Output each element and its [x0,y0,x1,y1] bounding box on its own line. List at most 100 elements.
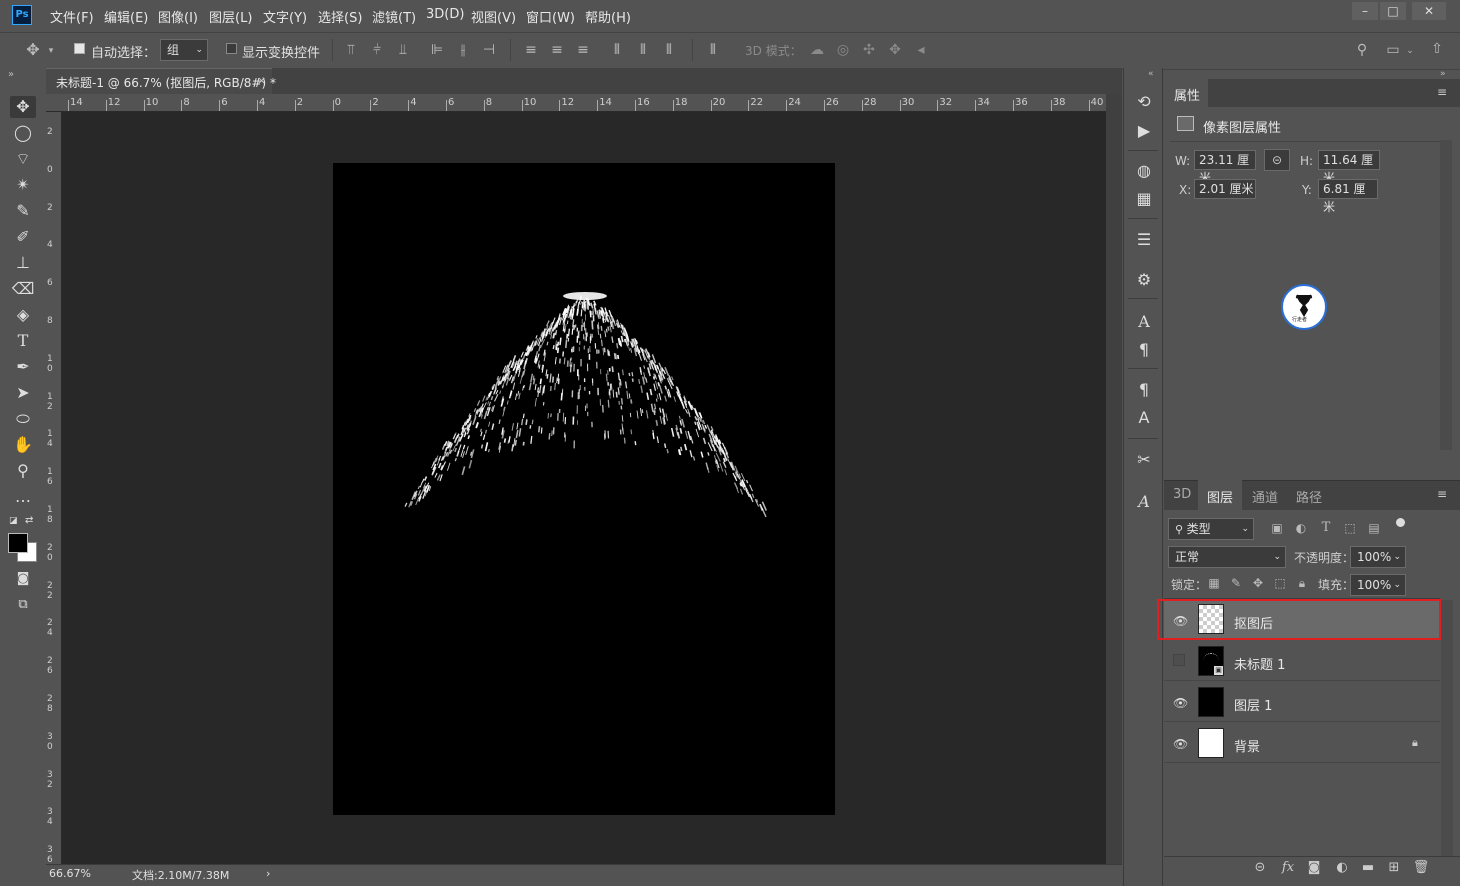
workspace-chevron-icon[interactable]: ⌄ [1404,42,1416,60]
collapse-right-icon[interactable]: » [1440,69,1446,79]
pen-tool-icon[interactable]: ✒ [10,356,36,378]
distribute-left-icon[interactable]: ⦀ [608,41,626,59]
document-canvas[interactable] [333,163,835,815]
lock-position-icon[interactable]: ✥ [1249,574,1267,592]
close-window-button[interactable]: ✕ [1412,2,1446,20]
menu-file[interactable]: 文件(F) [50,7,94,26]
more-tools-icon[interactable]: … [10,486,36,508]
new-layer-icon[interactable]: ⊞ [1385,860,1403,875]
align-bottom-icon[interactable]: ⫫ [394,41,412,59]
magic-wand-tool-icon[interactable]: ✴ [10,174,36,196]
ellipse-marquee-tool-icon[interactable]: ◯ [10,122,36,144]
tool-preset-chevron-icon[interactable]: ▾ [46,42,56,60]
menu-window[interactable]: 窗口(W) [526,7,575,26]
new-group-icon[interactable]: ▬ [1359,860,1377,875]
lasso-tool-icon[interactable]: ⌔ [10,148,36,170]
lock-image-icon[interactable]: ✎ [1227,574,1245,592]
paragraph-styles-icon[interactable]: ¶ [1133,379,1155,401]
layer-name[interactable]: 未标题 1 [1234,654,1285,673]
eyedropper-tool-icon[interactable]: ✎ [10,200,36,222]
path-selection-tool-icon[interactable]: ➤ [10,382,36,404]
menu-3d[interactable]: 3D(D) [426,7,464,22]
type-tool-icon[interactable]: T [10,330,36,352]
x-field[interactable]: 2.01 厘米 [1194,179,1256,199]
layer-name[interactable]: 图层 1 [1234,695,1272,714]
status-menu-arrow-icon[interactable]: › [266,867,270,880]
move-tool-icon[interactable]: ✥ [24,41,42,59]
quick-mask-icon[interactable]: ◙ [10,568,36,590]
collapse-left-icon[interactable]: « [1148,69,1154,79]
menu-edit[interactable]: 编辑(E) [104,7,148,26]
zoom-tool-icon[interactable]: ⚲ [10,460,36,482]
lock-all-icon[interactable]: 🔒︎ [1293,574,1311,592]
ellipse-tool-icon[interactable]: ⬭ [10,408,36,430]
delete-layer-icon[interactable]: 🗑︎ [1412,860,1430,875]
color-palette-icon[interactable]: ◍ [1133,160,1155,182]
foreground-color-swatch[interactable] [8,533,28,553]
distribute-bottom-icon[interactable]: ≡ [574,41,592,59]
tab-layers[interactable]: 图层 [1207,487,1233,506]
glyphs-icon[interactable]: A [1133,491,1155,513]
layers-scrollbar[interactable] [1441,600,1453,856]
adjustments-icon[interactable]: ☰ [1133,229,1155,251]
paint-bucket-tool-icon[interactable]: ◈ [10,304,36,326]
align-hcenter-icon[interactable]: ⫲ [454,41,472,59]
menu-layer[interactable]: 图层(L) [209,7,252,26]
align-right-icon[interactable]: ⊣ [480,41,498,59]
menu-filter[interactable]: 滤镜(T) [372,7,416,26]
distribute-hcenter-icon[interactable]: ⦀ [634,41,652,59]
tab-3d[interactable]: 3D [1173,487,1191,502]
filter-smart-object-icon[interactable]: ▤ [1365,519,1383,537]
filter-adjustment-icon[interactable]: ◐ [1292,519,1310,537]
blend-mode-dropdown[interactable]: 正常 ⌄ [1168,546,1286,568]
align-vcenter-icon[interactable]: ⫩ [368,41,386,59]
close-tab-icon[interactable]: × [257,74,266,87]
paragraph-icon[interactable]: ¶ [1133,339,1155,361]
character-styles-icon[interactable]: A [1133,407,1155,429]
distribute-right-icon[interactable]: ⦀ [660,41,678,59]
auto-select-checkbox[interactable] [74,43,85,54]
menu-view[interactable]: 视图(V) [471,7,516,26]
vertical-scrollbar[interactable] [1106,94,1122,864]
move-tool-icon[interactable]: ✥ [10,96,36,118]
tools-cross-icon[interactable]: ✂ [1133,449,1155,471]
align-left-icon[interactable]: ⊫ [428,41,446,59]
filter-shape-icon[interactable]: ⬚ [1341,519,1359,537]
tool-presets-icon[interactable]: ⚙ [1133,269,1155,291]
swatches-grid-icon[interactable]: ▦ [1133,188,1155,210]
layer-name[interactable]: 背景 [1234,736,1260,755]
share-icon[interactable]: ⇧ [1428,40,1446,58]
auto-align-icon[interactable]: ⫴ [704,41,722,59]
character-icon[interactable]: A [1133,311,1155,333]
maximize-button[interactable]: □ [1380,2,1406,20]
distribute-top-icon[interactable]: ≡ [522,41,540,59]
panel-menu-icon[interactable]: ≡ [1437,85,1447,99]
height-field[interactable]: 11.64 厘米 [1318,150,1380,185]
collapse-toolbar-icon[interactable]: » [8,69,14,80]
show-transform-checkbox[interactable] [226,43,237,54]
properties-scrollbar[interactable] [1440,140,1452,450]
add-mask-icon[interactable]: ◙ [1305,860,1323,875]
zoom-level[interactable]: 66.67% [49,867,91,880]
stamp-tool-icon[interactable]: ⊥ [10,252,36,274]
auto-select-dropdown[interactable]: 组 ⌄ [160,39,208,61]
eraser-tool-icon[interactable]: ⌫ [10,278,36,300]
panel-menu-icon[interactable]: ≡ [1437,487,1447,501]
tab-paths[interactable]: 路径 [1296,487,1322,506]
filter-pixel-icon[interactable]: ▣ [1268,519,1286,537]
opacity-field[interactable]: 100% ⌄ [1350,546,1406,568]
menu-select[interactable]: 选择(S) [318,7,362,26]
visibility-eye-icon[interactable]: 👁︎ [1173,737,1188,751]
width-field[interactable]: 23.11 厘米 [1194,150,1256,185]
filter-kind-dropdown[interactable]: ⚲ 类型 ⌄ [1168,518,1254,540]
fill-field[interactable]: 100% ⌄ [1350,574,1406,596]
default-colors-icon[interactable]: ◪ [9,516,18,526]
lock-transparent-icon[interactable]: ▦ [1205,574,1223,592]
hand-tool-icon[interactable]: ✋ [10,434,36,456]
workspace-icon[interactable]: ▭ [1384,41,1402,59]
lock-artboard-icon[interactable]: ⬚ [1271,574,1289,592]
history-icon[interactable]: ⟲ [1133,91,1155,113]
adjustment-layer-icon[interactable]: ◐ [1333,860,1351,875]
tab-channels[interactable]: 通道 [1252,487,1278,506]
align-top-icon[interactable]: ⫪ [342,41,360,59]
